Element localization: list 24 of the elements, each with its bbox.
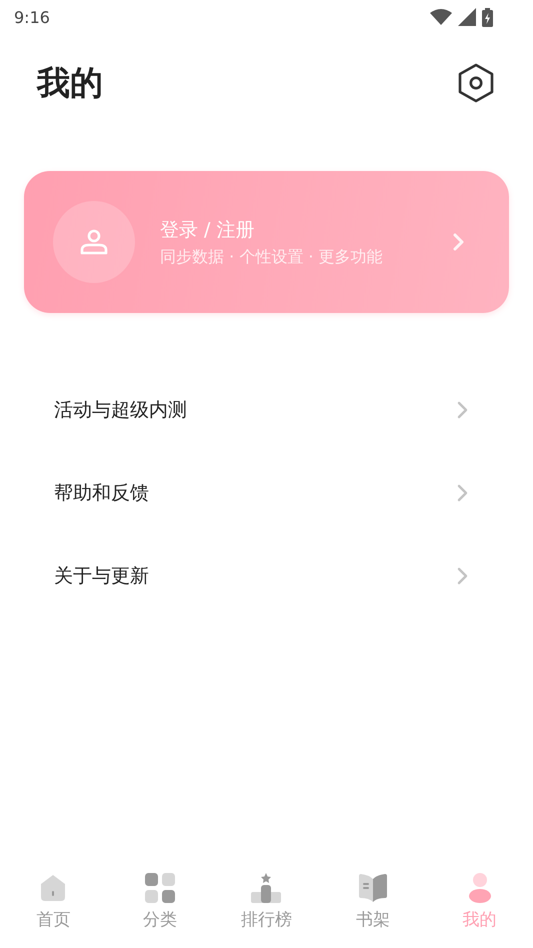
signal-icon [458,8,476,26]
wifi-icon [430,9,452,25]
nav-tab[interactable]: 我的 [426,860,533,942]
nav-tab[interactable]: 分类 [106,860,214,942]
nav-tab[interactable]: 首页 [0,860,107,942]
settings-icon[interactable] [457,63,495,103]
battery-icon [482,8,493,26]
grid-icon [144,872,176,904]
podium-icon [250,872,282,904]
nav-tab[interactable]: 书架 [320,860,426,942]
chevron-icon [457,400,469,418]
chevron-icon [457,484,469,502]
login-card[interactable]: 登录 / 注册 同步数据 · 个性设置 · 更多功能 [24,171,509,313]
status-time: 9:16 [14,8,50,26]
menu-item[interactable]: 帮助和反馈 [0,451,533,534]
menu-item[interactable]: 关于与更新 [0,534,533,617]
page-title: 我的 [37,62,103,104]
book-icon [357,872,390,904]
chevron-icon [453,233,465,251]
login-subtitle: 同步数据 · 个性设置 · 更多功能 [160,246,384,268]
menu-item[interactable]: 活动与超级内测 [0,368,533,451]
chevron-icon [457,566,469,584]
nav-tab[interactable]: 排行榜 [213,860,320,942]
login-title: 登录 / 注册 [160,218,256,242]
